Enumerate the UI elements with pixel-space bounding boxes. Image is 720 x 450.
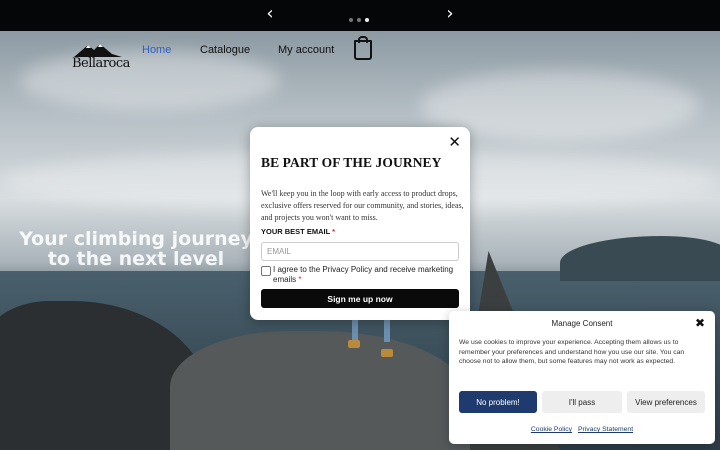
logo-text: Bellaroca <box>72 56 130 71</box>
cookie-consent-panel: Manage Consent ✖ We use cookies to impro… <box>449 311 715 444</box>
carousel-dot-active[interactable] <box>365 18 369 22</box>
required-mark: * <box>332 227 336 236</box>
email-label-text: YOUR BEST EMAIL <box>261 227 331 236</box>
nav-item-catalogue[interactable]: Catalogue <box>200 44 250 56</box>
cookie-policy-link[interactable]: Cookie Policy <box>531 426 572 433</box>
far-mountain <box>560 236 720 281</box>
consent-links: Cookie Policy Privacy Statement <box>449 426 715 433</box>
hero-title-line: Your climbing journey <box>19 228 253 250</box>
newsletter-modal: ✕ BE PART OF THE JOURNEY We'll keep you … <box>250 127 470 320</box>
nav-item-home[interactable]: Home <box>142 44 171 56</box>
hero-title: Your climbing journey to the next level <box>18 229 254 269</box>
consent-checkbox[interactable] <box>261 266 271 276</box>
consent-label[interactable]: I agree to the Privacy Policy and receiv… <box>273 265 465 285</box>
required-mark: * <box>298 275 302 284</box>
close-icon[interactable]: ✕ <box>448 133 461 151</box>
view-preferences-button[interactable]: View preferences <box>627 391 705 413</box>
logo[interactable]: Bellaroca <box>72 42 130 72</box>
carousel-dots <box>349 18 369 22</box>
privacy-statement-link[interactable]: Privacy Statement <box>578 426 633 433</box>
hero-title-line: to the next level <box>47 248 225 270</box>
nav-item-my-account[interactable]: My account <box>278 44 334 56</box>
carousel-dot[interactable] <box>349 18 353 22</box>
chevron-left-icon[interactable]: ‹ <box>260 4 280 24</box>
shopping-bag-icon[interactable] <box>354 36 372 60</box>
modal-title: BE PART OF THE JOURNEY <box>261 155 442 170</box>
deny-cookies-button[interactable]: I'll pass <box>542 391 622 413</box>
modal-description: We'll keep you in the loop with early ac… <box>261 189 464 222</box>
accept-cookies-button[interactable]: No problem! <box>459 391 537 413</box>
email-field[interactable] <box>261 242 459 261</box>
carousel-dot[interactable] <box>357 18 361 22</box>
main-nav: Bellaroca Home Catalogue My account <box>0 36 720 76</box>
climber-boot <box>381 349 393 357</box>
signup-button[interactable]: Sign me up now <box>261 289 459 308</box>
chevron-right-icon[interactable]: › <box>440 4 460 24</box>
consent-title: Manage Consent <box>551 319 613 328</box>
close-icon[interactable]: ✖ <box>695 316 705 330</box>
email-label: YOUR BEST EMAIL * <box>261 227 335 236</box>
carousel-bar: ‹ › <box>0 0 720 31</box>
consent-description: We use cookies to improve your experienc… <box>459 339 685 365</box>
climber-boot <box>348 340 360 348</box>
